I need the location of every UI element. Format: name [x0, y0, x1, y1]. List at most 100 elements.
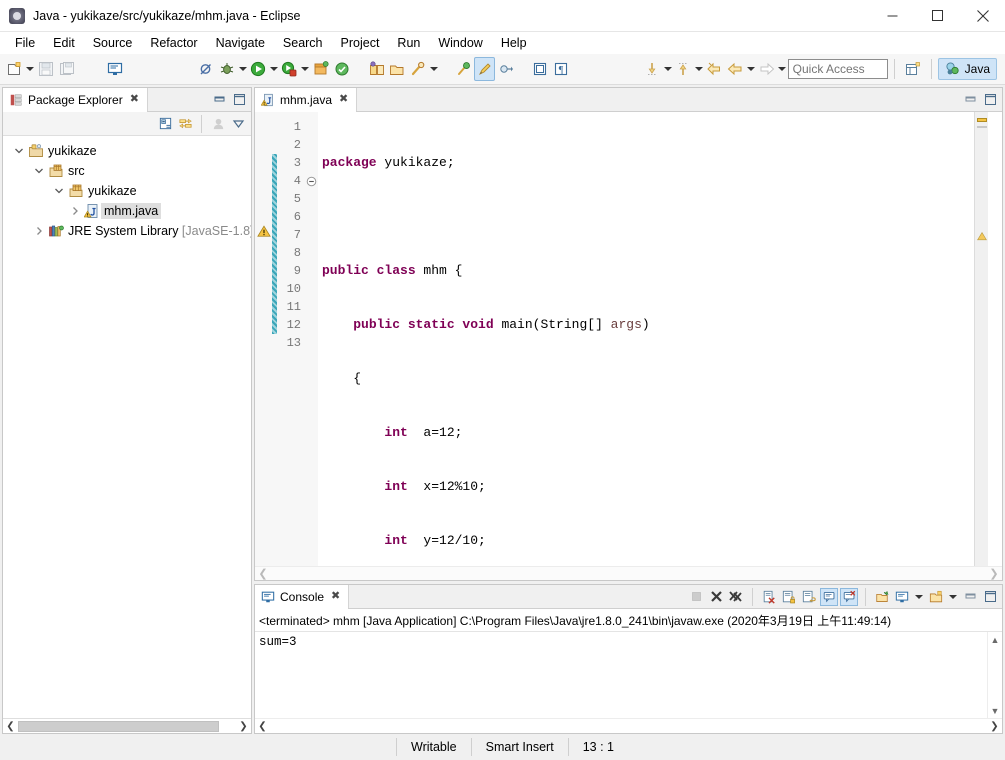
menu-help[interactable]: Help [492, 34, 536, 52]
ruler-warning-marker[interactable] [977, 118, 987, 122]
menu-project[interactable]: Project [332, 34, 389, 52]
tree-item-project-yukikaze[interactable]: yukikaze [3, 141, 251, 161]
tab-mhm-java[interactable]: mhm.java ✖ [255, 88, 358, 112]
debug-dropdown[interactable] [237, 57, 247, 81]
editor-body[interactable]: 1 2 3 4 5 6 7 8 9 10 11 12 13 package yu… [255, 112, 1002, 566]
maximize-editor-button[interactable] [981, 91, 999, 109]
show-console-on-output-button[interactable] [820, 587, 838, 606]
chevron-down-icon[interactable] [51, 183, 67, 199]
menu-edit[interactable]: Edit [44, 34, 84, 52]
console-vscroll-track[interactable] [988, 647, 1002, 703]
scroll-left-icon[interactable]: ❮ [255, 567, 271, 580]
new-package-button[interactable] [387, 57, 408, 81]
search-button[interactable] [408, 57, 429, 81]
remove-all-terminated-button[interactable] [727, 588, 745, 606]
terminate-button[interactable] [687, 588, 705, 606]
chevron-right-icon[interactable] [67, 203, 83, 219]
chevron-down-icon[interactable] [11, 143, 27, 159]
open-console-button[interactable] [927, 588, 945, 606]
fold-collapse-icon[interactable] [305, 172, 318, 190]
show-console-on-error-button[interactable] [840, 587, 858, 606]
save-button[interactable] [35, 57, 56, 81]
maximize-console-button[interactable] [981, 588, 999, 606]
pin-console-button[interactable] [873, 588, 891, 606]
editor-folding-column[interactable] [305, 112, 318, 566]
editor-hscrollbar[interactable]: ❮ ❯ [255, 566, 1002, 580]
hscroll-thumb[interactable] [18, 720, 219, 732]
editor-overview-ruler[interactable] [974, 112, 988, 566]
console-output[interactable]: sum=3 [255, 632, 987, 718]
tree-item-source-folder-src[interactable]: src [3, 161, 251, 181]
tree-item-package-yukikaze[interactable]: yukikaze [3, 181, 251, 201]
chevron-down-icon[interactable] [31, 163, 47, 179]
run-dropdown[interactable] [269, 57, 279, 81]
next-annotation-nav-button[interactable] [673, 57, 694, 81]
new-java-project-button[interactable] [310, 57, 331, 81]
collapse-all-button[interactable] [156, 115, 174, 133]
open-type-button[interactable] [366, 57, 387, 81]
maximize-view-button[interactable] [230, 91, 248, 109]
toggle-mark-occurrences-button[interactable] [474, 57, 496, 81]
open-console-dropdown[interactable] [947, 585, 959, 609]
console-hscrollbar[interactable]: ❮ ❯ [255, 718, 1002, 733]
package-explorer-hscrollbar[interactable]: ❮ ❯ [3, 718, 251, 733]
external-tools-button[interactable] [279, 57, 300, 81]
scroll-up-icon[interactable]: ▲ [988, 632, 1002, 647]
scroll-right-icon[interactable]: ❯ [986, 567, 1002, 580]
next-annotation-button[interactable] [495, 57, 516, 81]
maximize-button[interactable] [915, 0, 960, 32]
editor-code-area[interactable]: package yukikaze; public class mhm { pub… [318, 112, 974, 566]
last-edit-back-button[interactable] [704, 57, 725, 81]
link-with-editor-button[interactable] [176, 115, 194, 133]
debug-button[interactable] [216, 57, 237, 81]
warning-marker-icon[interactable] [257, 224, 271, 241]
scroll-left-icon[interactable]: ❮ [3, 719, 18, 734]
toggle-block-selection-button[interactable]: ¶ [551, 57, 572, 81]
close-icon[interactable]: ✖ [339, 94, 348, 105]
word-wrap-button[interactable] [800, 588, 818, 606]
scroll-right-icon[interactable]: ❯ [987, 719, 1002, 734]
package-explorer-tree[interactable]: yukikaze src yukikaze mhm.java JRE Syste… [3, 136, 251, 718]
close-icon[interactable]: ✖ [331, 591, 340, 602]
focus-on-active-task-button[interactable] [209, 115, 227, 133]
hscroll-track[interactable] [18, 720, 236, 733]
menu-search[interactable]: Search [274, 34, 332, 52]
menu-refactor[interactable]: Refactor [141, 34, 206, 52]
console-vscrollbar[interactable]: ▲ ▼ [987, 632, 1002, 718]
back-button[interactable] [725, 57, 746, 81]
tab-package-explorer[interactable]: Package Explorer ✖ [3, 88, 148, 112]
toggle-console-button[interactable] [105, 57, 126, 81]
editor-marker-column[interactable] [255, 112, 277, 566]
open-perspective-button[interactable] [901, 57, 925, 81]
next-annotation-nav-dropdown[interactable] [694, 57, 704, 81]
scroll-left-icon[interactable]: ❮ [255, 719, 270, 734]
editor-vscrollbar[interactable] [988, 112, 1002, 566]
new-wizard-button[interactable] [4, 57, 25, 81]
previous-annotation-dropdown[interactable] [662, 57, 672, 81]
show-whitespace-button[interactable] [530, 57, 551, 81]
forward-dropdown[interactable] [777, 57, 787, 81]
new-java-class-button[interactable] [331, 57, 352, 81]
ruler-warning-icon[interactable] [977, 230, 987, 244]
perspective-java-button[interactable]: Java [937, 58, 997, 80]
minimize-console-button[interactable] [961, 588, 979, 606]
previous-annotation-button[interactable] [641, 57, 662, 81]
clear-console-button[interactable] [760, 588, 778, 606]
remove-launch-button[interactable] [707, 588, 725, 606]
skip-breakpoints-button[interactable] [196, 57, 217, 81]
search-dropdown[interactable] [429, 57, 439, 81]
last-edit-location-button[interactable] [453, 57, 474, 81]
external-tools-dropdown[interactable] [300, 57, 310, 81]
scroll-right-icon[interactable]: ❯ [236, 719, 251, 734]
menu-source[interactable]: Source [84, 34, 142, 52]
menu-navigate[interactable]: Navigate [207, 34, 274, 52]
tab-console[interactable]: Console ✖ [255, 585, 350, 609]
back-dropdown[interactable] [746, 57, 756, 81]
minimize-editor-button[interactable] [961, 91, 979, 109]
menu-window[interactable]: Window [429, 34, 491, 52]
scroll-lock-button[interactable] [780, 588, 798, 606]
view-menu-button[interactable] [229, 115, 247, 133]
console-hscroll-track[interactable] [270, 720, 987, 733]
quick-access-input[interactable] [787, 59, 888, 79]
minimize-button[interactable] [870, 0, 915, 32]
